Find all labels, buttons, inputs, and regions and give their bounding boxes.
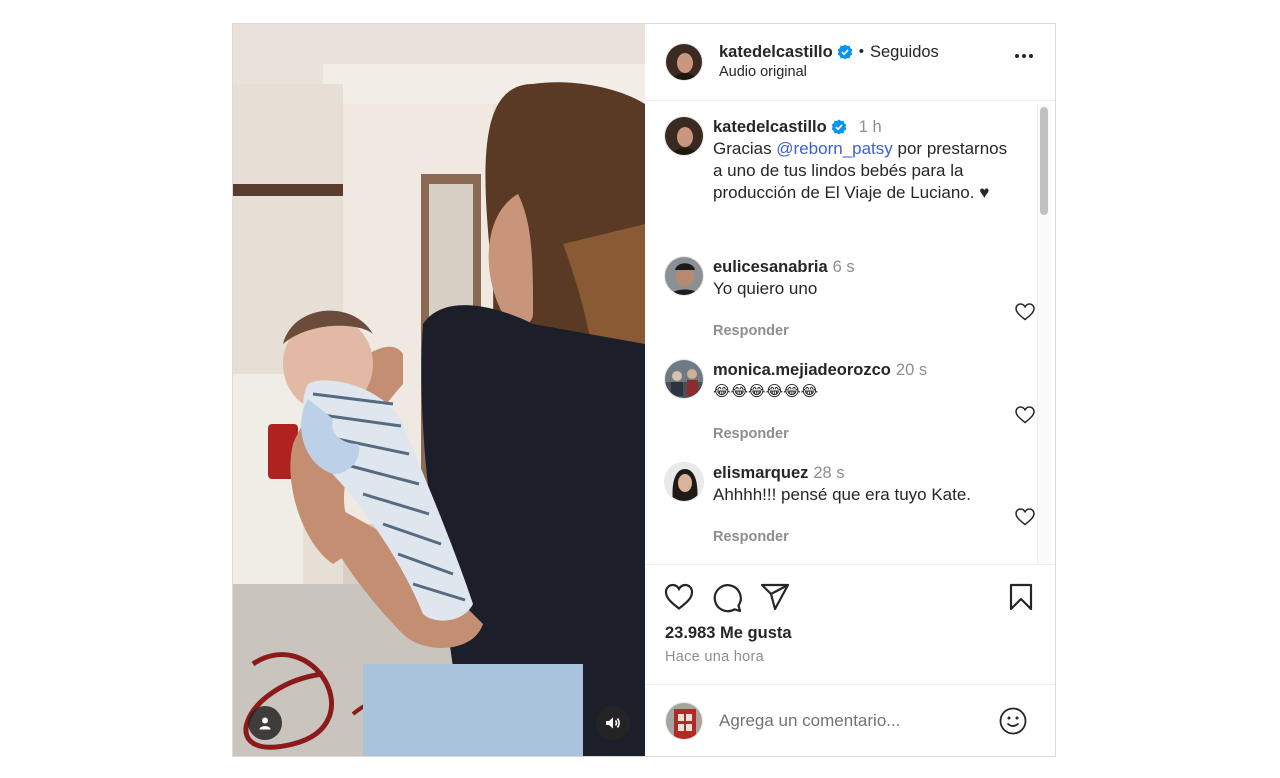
user-tag-icon[interactable]: [248, 706, 282, 740]
verified-badge-icon: [837, 44, 853, 60]
post-timestamp: Hace una hora: [665, 649, 765, 665]
likes-count[interactable]: 23.983 Me gusta: [665, 624, 792, 643]
comment-time: 20 s: [895, 361, 928, 379]
speaker-icon[interactable]: [596, 706, 630, 740]
caption: katedelcastillo 1 h Gracias @reborn_pats…: [664, 116, 1013, 204]
comments-list[interactable]: katedelcastillo 1 h Gracias @reborn_pats…: [645, 102, 1055, 564]
comments-scrollbar[interactable]: [1037, 104, 1049, 564]
scrollbar-thumb[interactable]: [1040, 107, 1048, 215]
author-avatar[interactable]: [665, 43, 703, 81]
comment-like-heart-icon[interactable]: [1015, 406, 1035, 424]
commenter-avatar[interactable]: [664, 256, 704, 296]
emoji-icon[interactable]: [999, 707, 1027, 735]
more-options-icon[interactable]: [1015, 54, 1033, 58]
caption-text: Gracias @reborn_patsy por prestarnos a u…: [713, 138, 1013, 204]
heart-icon[interactable]: [664, 583, 694, 611]
comment-text: Yo quiero uno: [713, 279, 818, 298]
post-header: katedelcastillo • Seguidos Audio origina…: [645, 24, 1055, 101]
caption-text-before: Gracias: [713, 139, 777, 158]
verified-badge-icon: [831, 119, 847, 135]
reply-button[interactable]: Responder: [713, 526, 1013, 548]
commenter-avatar[interactable]: [664, 359, 704, 399]
author-username[interactable]: katedelcastillo: [719, 42, 833, 62]
comment-text: 😂😂😂😂😂😂: [713, 383, 819, 400]
comment-time: 28 s: [813, 464, 845, 482]
commenter-avatar[interactable]: [664, 462, 704, 502]
comment-like-heart-icon[interactable]: [1015, 508, 1035, 526]
comment-bubble-icon[interactable]: [712, 583, 742, 613]
reply-button[interactable]: Responder: [713, 320, 1013, 342]
follow-status-button[interactable]: Seguidos: [870, 42, 939, 62]
post-actions: 23.983 Me gusta Hace una hora: [645, 564, 1055, 674]
comment-time: 6 s: [832, 258, 855, 276]
comment-username[interactable]: monica.mejiadeorozco: [713, 361, 891, 379]
paper-plane-icon[interactable]: [760, 583, 790, 611]
comment-text: Ahhhh!!! pensé que era tuyo Kate.: [713, 485, 972, 504]
comment-like-heart-icon[interactable]: [1015, 303, 1035, 321]
comment-item: monica.mejiadeorozco 20 s 😂😂😂😂😂😂 Responde…: [664, 359, 1013, 445]
caption-username[interactable]: katedelcastillo: [713, 116, 827, 138]
comment-item: elismarquez 28 s Ahhhh!!! pensé que era t…: [664, 462, 1013, 548]
caption-time: 1 h: [858, 118, 882, 136]
separator-dot: •: [858, 43, 864, 60]
author-avatar[interactable]: [664, 116, 704, 156]
post-side-panel: katedelcastillo • Seguidos Audio origina…: [645, 24, 1055, 756]
comment-input[interactable]: [719, 710, 989, 731]
mention-link[interactable]: @reborn_patsy: [776, 139, 893, 158]
bookmark-icon[interactable]: [1009, 583, 1033, 611]
instagram-post-modal: katedelcastillo • Seguidos Audio origina…: [232, 23, 1056, 757]
reply-button[interactable]: Responder: [713, 423, 1013, 445]
add-comment-bar: [645, 684, 1055, 756]
comment-username[interactable]: elismarquez: [713, 464, 808, 482]
video-frame: [233, 24, 645, 756]
comment-username[interactable]: eulicesanabria: [713, 258, 828, 276]
current-user-avatar: [665, 701, 703, 740]
post-video[interactable]: [233, 24, 645, 756]
audio-link[interactable]: Audio original: [719, 62, 939, 82]
comment-item: eulicesanabria 6 s Yo quiero uno Responde…: [664, 256, 1013, 342]
